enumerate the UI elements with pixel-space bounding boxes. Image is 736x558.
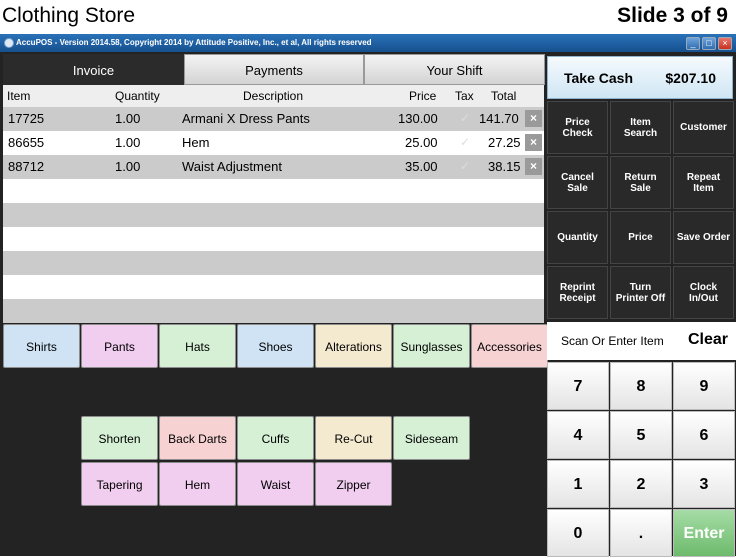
tab-payments[interactable]: Payments <box>184 54 364 85</box>
key-0-button[interactable]: 0 <box>547 509 609 557</box>
key-enter-button[interactable]: Enter <box>673 509 735 557</box>
tab-invoice[interactable]: Invoice <box>3 54 184 85</box>
category-sunglasses-button[interactable]: Sunglasses <box>393 324 470 368</box>
function-price-button[interactable]: Price <box>610 211 671 264</box>
remove-item-button[interactable]: × <box>525 134 542 151</box>
app-icon <box>4 38 14 48</box>
function-item-search-button[interactable]: Item Search <box>610 101 671 154</box>
category-shoes-button[interactable]: Shoes <box>237 324 314 368</box>
col-total: Total <box>491 89 517 103</box>
alteration-waist-button[interactable]: Waist <box>237 462 314 506</box>
key-5-button[interactable]: 5 <box>610 411 672 459</box>
take-cash-amount: $207.10 <box>665 70 716 86</box>
category-alterations-button[interactable]: Alterations <box>315 324 392 368</box>
slide-title: Clothing Store <box>2 4 136 27</box>
row-quantity: 1.00 <box>115 159 141 174</box>
row-total: 141.70 <box>479 111 519 126</box>
row-price: 130.00 <box>398 111 438 126</box>
category-shirts-button[interactable]: Shirts <box>3 324 80 368</box>
row-quantity: 1.00 <box>115 135 141 150</box>
table-row-empty <box>3 179 544 203</box>
tax-check-icon: ✓ <box>460 111 471 125</box>
key-8-button[interactable]: 8 <box>610 362 672 410</box>
tax-check-icon: ✓ <box>460 159 471 173</box>
function-turn-printer-off-button[interactable]: Turn Printer Off <box>610 266 671 319</box>
table-row-empty <box>3 251 544 275</box>
function-repeat-item-button[interactable]: Repeat Item <box>673 156 734 209</box>
row-description: Waist Adjustment <box>182 159 282 174</box>
table-row[interactable]: 86655 1.00 Hem 25.00 ✓ 27.25 × <box>3 131 544 155</box>
category-hats-button[interactable]: Hats <box>159 324 236 368</box>
minimize-icon[interactable]: _ <box>686 37 700 50</box>
close-icon[interactable]: × <box>718 37 732 50</box>
alteration-shorten-button[interactable]: Shorten <box>81 416 158 460</box>
row-price: 25.00 <box>405 135 438 150</box>
alteration-tapering-button[interactable]: Tapering <box>81 462 158 506</box>
scan-placeholder: Scan Or Enter Item <box>561 334 664 348</box>
table-row-empty <box>3 203 544 227</box>
col-item: Item <box>7 89 31 103</box>
category-pants-button[interactable]: Pants <box>81 324 158 368</box>
key-7-button[interactable]: 7 <box>547 362 609 410</box>
table-header: Item Quantity Description Price Tax Tota… <box>3 85 544 107</box>
table-row[interactable]: 17725 1.00 Armani X Dress Pants 130.00 ✓… <box>3 107 544 131</box>
function-reprint-receipt-button[interactable]: Reprint Receipt <box>547 266 608 319</box>
row-item: 88712 <box>8 159 45 174</box>
function-price-check-button[interactable]: Price Check <box>547 101 608 154</box>
category-accessories-button[interactable]: Accessories <box>471 324 548 368</box>
slide-number: Slide 3 of 9 <box>617 4 728 27</box>
alteration-re-cut-button[interactable]: Re-Cut <box>315 416 392 460</box>
alteration-zipper-button[interactable]: Zipper <box>315 462 392 506</box>
table-row-empty <box>3 275 544 299</box>
key-6-button[interactable]: 6 <box>673 411 735 459</box>
key-2-button[interactable]: 2 <box>610 460 672 508</box>
tax-check-icon: ✓ <box>460 135 471 149</box>
key-decimal-button[interactable]: . <box>610 509 672 557</box>
row-description: Hem <box>182 135 210 150</box>
window-title-bar: AccuPOS - Version 2014.58, Copyright 201… <box>0 34 736 52</box>
row-total: 27.25 <box>488 135 521 150</box>
function-clock-in-out-button[interactable]: Clock In/Out <box>673 266 734 319</box>
row-item: 86655 <box>8 135 45 150</box>
row-quantity: 1.00 <box>115 111 141 126</box>
scan-input[interactable]: Scan Or Enter Item Clear <box>547 322 736 360</box>
table-row-empty <box>3 227 544 251</box>
col-tax: Tax <box>455 89 474 103</box>
alteration-hem-button[interactable]: Hem <box>159 462 236 506</box>
col-price: Price <box>409 89 437 103</box>
function-customer-button[interactable]: Customer <box>673 101 734 154</box>
row-price: 35.00 <box>405 159 438 174</box>
function-save-order-button[interactable]: Save Order <box>673 211 734 264</box>
take-cash-label: Take Cash <box>564 70 633 86</box>
key-4-button[interactable]: 4 <box>547 411 609 459</box>
key-1-button[interactable]: 1 <box>547 460 609 508</box>
take-cash-button[interactable]: Take Cash $207.10 <box>547 56 733 99</box>
col-quantity: Quantity <box>115 89 160 103</box>
function-cancel-sale-button[interactable]: Cancel Sale <box>547 156 608 209</box>
function-quantity-button[interactable]: Quantity <box>547 211 608 264</box>
clear-button[interactable]: Clear <box>688 331 728 349</box>
table-row[interactable]: 88712 1.00 Waist Adjustment 35.00 ✓ 38.1… <box>3 155 544 179</box>
col-description: Description <box>243 89 304 103</box>
row-total: 38.15 <box>488 159 521 174</box>
alteration-sideseam-button[interactable]: Sideseam <box>393 416 470 460</box>
remove-item-button[interactable]: × <box>525 158 542 175</box>
remove-item-button[interactable]: × <box>525 110 542 127</box>
row-item: 17725 <box>8 111 45 126</box>
row-description: Armani X Dress Pants <box>182 111 310 126</box>
alteration-back-darts-button[interactable]: Back Darts <box>159 416 236 460</box>
alteration-cuffs-button[interactable]: Cuffs <box>237 416 314 460</box>
function-return-sale-button[interactable]: Return Sale <box>610 156 671 209</box>
tab-your-shift[interactable]: Your Shift <box>364 54 545 85</box>
table-row-empty <box>3 299 544 323</box>
maximize-icon[interactable]: □ <box>702 37 716 50</box>
key-9-button[interactable]: 9 <box>673 362 735 410</box>
key-3-button[interactable]: 3 <box>673 460 735 508</box>
